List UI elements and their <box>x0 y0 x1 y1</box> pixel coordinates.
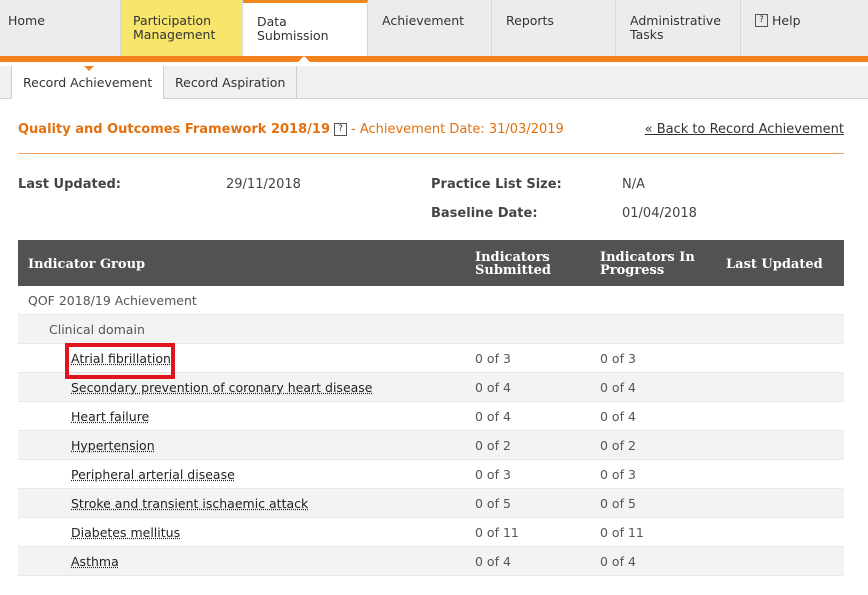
indicators-in-progress: 0 of 4 <box>600 409 636 424</box>
indicators-submitted: 0 of 5 <box>475 496 511 511</box>
table-row: Hypertension 0 of 2 0 of 2 <box>18 431 844 460</box>
active-tab-pointer <box>298 56 310 62</box>
indicator-link[interactable]: Hypertension <box>71 438 155 453</box>
indicators-submitted: 0 of 3 <box>475 351 511 366</box>
indicators-submitted: 0 of 4 <box>475 409 511 424</box>
nav-tab-label: Reports <box>506 13 554 28</box>
subtab-label: Record Aspiration <box>175 75 286 90</box>
help-icon[interactable]: ? <box>334 123 347 136</box>
indicators-submitted: 0 of 11 <box>475 525 519 540</box>
nav-tab-participation-management[interactable]: Participation Management <box>121 0 243 56</box>
indicators-in-progress: 0 of 4 <box>600 554 636 569</box>
table-row: Asthma 0 of 4 0 of 4 <box>18 547 844 576</box>
indicator-link[interactable]: Peripheral arterial disease <box>71 467 235 482</box>
table-row: Heart failure 0 of 4 0 of 4 <box>18 402 844 431</box>
indicators-in-progress: 0 of 2 <box>600 438 636 453</box>
indicators-in-progress: 0 of 4 <box>600 380 636 395</box>
practice-list-size-value: N/A <box>622 177 645 192</box>
indicators-in-progress: 0 of 3 <box>600 351 636 366</box>
nav-tab-help[interactable]: ? Help <box>741 0 868 56</box>
indicator-link[interactable]: Diabetes mellitus <box>71 525 180 540</box>
indicators-submitted: 0 of 2 <box>475 438 511 453</box>
table-row: Stroke and transient ischaemic attack 0 … <box>18 489 844 518</box>
indicators-submitted: 0 of 3 <box>475 467 511 482</box>
nav-tab-label: Help <box>772 13 801 28</box>
sub-navigation: Record Achievement Record Aspiration <box>0 66 868 99</box>
column-header-last-updated: Last Updated <box>726 257 823 272</box>
nav-tab-administrative-tasks[interactable]: Administrative Tasks <box>616 0 741 56</box>
column-header-indicator-group: Indicator Group <box>28 257 146 272</box>
table-row: Peripheral arterial disease 0 of 3 0 of … <box>18 460 844 489</box>
indicators-submitted: 0 of 4 <box>475 554 511 569</box>
nav-tab-data-submission[interactable]: Data Submission <box>243 0 368 56</box>
table-domain-row: Clinical domain <box>18 315 844 344</box>
last-updated-value: 29/11/2018 <box>226 177 301 192</box>
nav-tab-home[interactable]: Home <box>0 0 121 56</box>
indicator-link[interactable]: Asthma <box>71 554 119 569</box>
domain-label: Clinical domain <box>49 322 145 337</box>
indicators-submitted: 0 of 4 <box>475 380 511 395</box>
achievement-date: - Achievement Date: 31/03/2019 <box>351 122 564 137</box>
nav-tab-label: Home <box>8 13 45 28</box>
table-header: Indicator Group Indicators Submitted Ind… <box>18 240 844 286</box>
subtab-record-aspiration[interactable]: Record Aspiration <box>164 66 298 98</box>
heading-divider <box>18 153 844 154</box>
annotation-highlight-box <box>65 343 175 379</box>
indicators-in-progress: 0 of 3 <box>600 467 636 482</box>
column-header-indicators-submitted: Indicators Submitted <box>475 250 551 278</box>
indicators-in-progress: 0 of 5 <box>600 496 636 511</box>
nav-tab-achievement[interactable]: Achievement <box>368 0 492 56</box>
page-heading: Quality and Outcomes Framework 2018/19? -… <box>18 122 564 137</box>
practice-list-size-label: Practice List Size: <box>431 177 562 192</box>
nav-tab-label: Data Submission <box>257 14 329 43</box>
nav-tab-label: Achievement <box>382 13 465 28</box>
help-icon: ? <box>755 14 768 27</box>
group-label: QOF 2018/19 Achievement <box>28 293 197 308</box>
nav-accent-bar <box>0 56 868 62</box>
nav-tab-label: Administrative Tasks <box>630 13 721 42</box>
back-to-record-achievement-link[interactable]: « Back to Record Achievement <box>645 122 844 137</box>
indicator-link[interactable]: Stroke and transient ischaemic attack <box>71 496 308 511</box>
top-navigation: Home Participation Management Data Submi… <box>0 0 868 56</box>
page-title: Quality and Outcomes Framework 2018/19 <box>18 122 330 137</box>
indicators-in-progress: 0 of 11 <box>600 525 644 540</box>
active-subtab-pointer <box>84 66 94 71</box>
table-group-row: QOF 2018/19 Achievement <box>18 286 844 315</box>
nav-tab-reports[interactable]: Reports <box>492 0 616 56</box>
table-row: Diabetes mellitus 0 of 11 0 of 11 <box>18 518 844 547</box>
last-updated-label: Last Updated: <box>18 177 122 192</box>
indicator-link[interactable]: Secondary prevention of coronary heart d… <box>71 380 373 395</box>
nav-tab-label: Participation Management <box>133 13 216 42</box>
indicator-group-table: Indicator Group Indicators Submitted Ind… <box>18 240 844 576</box>
column-header-indicators-in-progress: Indicators In Progress <box>600 250 695 278</box>
indicator-link[interactable]: Heart failure <box>71 409 149 424</box>
subtab-label: Record Achievement <box>23 75 153 90</box>
baseline-date-value: 01/04/2018 <box>622 206 697 221</box>
baseline-date-label: Baseline Date: <box>431 206 538 221</box>
